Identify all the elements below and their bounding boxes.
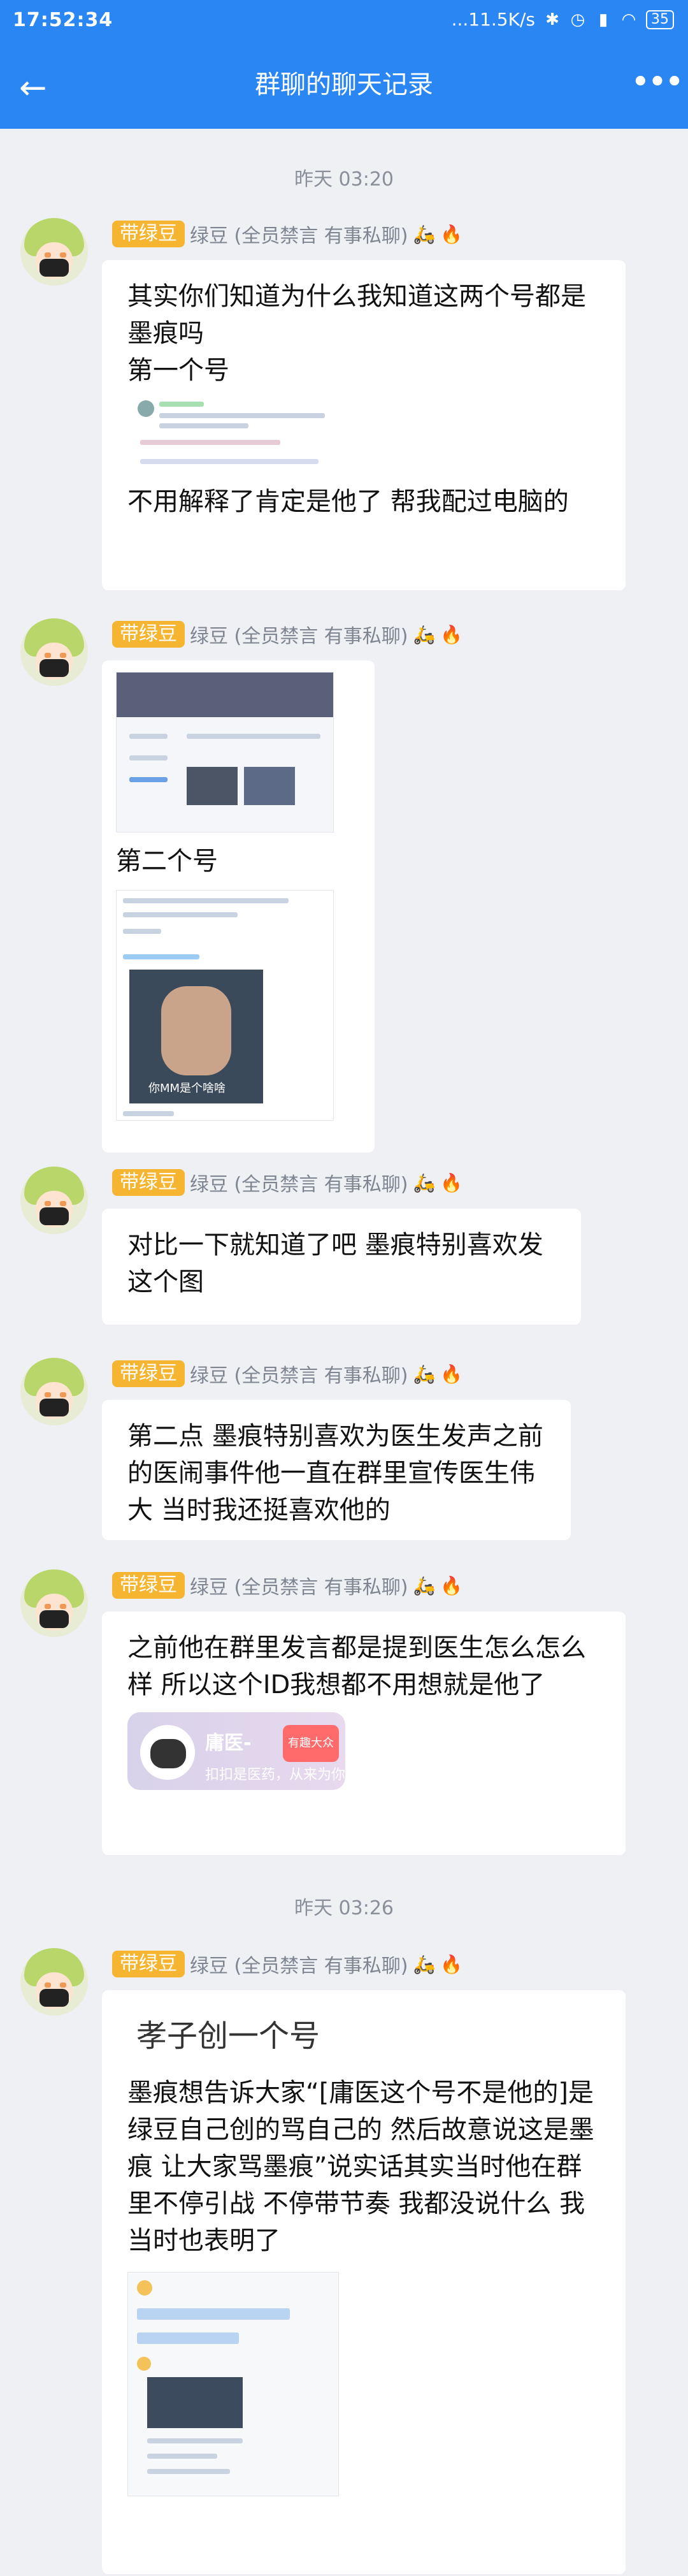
fire-icon: 🔥 [440,1172,463,1193]
message-bubble[interactable]: 对比一下就知道了吧 墨痕特别喜欢发这个图 [102,1209,581,1325]
motorbike-icon: 🛵 [413,1363,436,1385]
page-title: 群聊的聊天记录 [255,70,433,99]
sender-meta: 带绿豆 绿豆 (全员禁言 有事私聊) 🛵 🔥 [112,1169,462,1196]
fire-icon: 🔥 [440,623,463,645]
image-text: 孝子创一个号 [136,2018,320,2054]
message-text: 第二个号 [116,847,218,876]
sender-tag: 带绿豆 [112,1572,185,1599]
avatar[interactable] [20,1358,88,1425]
avatar[interactable] [20,1167,88,1234]
screenshot-image[interactable] [127,395,357,472]
motorbike-icon: 🛵 [413,1172,436,1193]
sender-tag: 带绿豆 [112,621,185,648]
motorbike-icon: 🛵 [413,1953,436,1975]
message-text: 之前他在群里发言都是提到医生怎么怎么样 所以这个ID我想都不用想就是他了 [127,1633,586,1699]
card-tag: 有趣大众 [283,1725,339,1762]
message-text: 第一个号 [127,356,229,385]
profile-screenshot-image[interactable] [116,672,334,833]
sender-meta: 带绿豆 绿豆 (全员禁言 有事私聊) 🛵 🔥 [112,1572,462,1599]
message-text: 第二点 墨痕特别喜欢为医生发声之前的医闹事件他一直在群里宣传医生伟大 当时我还挺… [127,1422,543,1525]
timestamp: 昨天 03:20 [294,168,394,191]
motorbike-icon: 🛵 [413,223,436,245]
fire-icon: 🔥 [440,1575,463,1596]
message-text: 墨痕想告诉大家“[庸医这个号不是他的]是绿豆自己创的骂自己的 然后故意说这是墨痕… [127,2078,594,2255]
sender-tag: 带绿豆 [112,1360,185,1387]
network-speed: ...11.5K/s [451,9,535,30]
more-dots-icon[interactable]: ••• [631,66,684,105]
status-icons: ...11.5K/s ✱ ◷ ▮ ◠ 35 [452,9,674,30]
message-bubble[interactable]: 其实你们知道为什么我知道这两个号都是墨痕吗 第一个号 不用解释了肯定是他了 帮我… [102,260,626,590]
sender-tag: 带绿豆 [112,1951,185,1977]
sender-name[interactable]: 绿豆 (全员禁言 有事私聊) [190,620,408,648]
sender-tag: 带绿豆 [112,1169,185,1196]
card-avatar [140,1725,195,1780]
text-image[interactable]: 孝子创一个号 [127,2004,357,2068]
message-text: 其实你们知道为什么我知道这两个号都是墨痕吗 [127,282,586,348]
chat-screenshot-image[interactable] [127,2272,339,2496]
message-bubble[interactable]: 孝子创一个号 墨痕想告诉大家“[庸医这个号不是他的]是绿豆自己创的骂自己的 然后… [102,1990,626,2574]
signal-icon: ▮ [598,10,608,29]
message-bubble[interactable]: 第二个号 你MM是个啥啥 [102,660,375,1153]
sender-name[interactable]: 绿豆 (全员禁言 有事私聊) [190,1950,408,1978]
avatar[interactable] [20,1569,88,1637]
sender-meta: 带绿豆 绿豆 (全员禁言 有事私聊) 🛵 🔥 [112,1360,462,1387]
fire-icon: 🔥 [440,223,463,245]
sender-meta: 带绿豆 绿豆 (全员禁言 有事私聊) 🛵 🔥 [112,621,462,648]
status-bar: 17:52:34 ...11.5K/s ✱ ◷ ▮ ◠ 35 [0,0,688,47]
fire-icon: 🔥 [440,1363,463,1385]
comment-screenshot-image[interactable]: 你MM是个啥啥 [116,890,334,1121]
status-time: 17:52:34 [13,9,113,31]
motorbike-icon: 🛵 [413,623,436,645]
avatar[interactable] [20,218,88,286]
sender-meta: 带绿豆 绿豆 (全员禁言 有事私聊) 🛵 🔥 [112,1951,462,1977]
battery-icon: 35 [646,10,674,29]
message-text: 对比一下就知道了吧 墨痕特别喜欢发这个图 [127,1230,543,1297]
sender-meta: 带绿豆 绿豆 (全员禁言 有事私聊) 🛵 🔥 [112,221,462,247]
bluetooth-icon: ✱ [545,10,559,29]
motorbike-icon: 🛵 [413,1575,436,1596]
sender-name[interactable]: 绿豆 (全员禁言 有事私聊) [190,1360,408,1388]
sender-tag: 带绿豆 [112,221,185,247]
sender-name[interactable]: 绿豆 (全员禁言 有事私聊) [190,1168,408,1197]
timestamp: 昨天 03:26 [294,1897,394,1919]
message-text: 不用解释了肯定是他了 帮我配过电脑的 [127,487,569,516]
avatar[interactable] [20,1948,88,2016]
fire-icon: 🔥 [440,1953,463,1975]
alarm-icon: ◷ [570,10,585,29]
sender-name[interactable]: 绿豆 (全员禁言 有事私聊) [190,1571,408,1599]
message-bubble[interactable]: 第二点 墨痕特别喜欢为医生发声之前的医闹事件他一直在群里宣传医生伟大 当时我还挺… [102,1400,571,1540]
sender-name[interactable]: 绿豆 (全员禁言 有事私聊) [190,220,408,248]
image-caption: 你MM是个啥啥 [148,1082,226,1095]
message-bubble[interactable]: 之前他在群里发言都是提到医生怎么怎么样 所以这个ID我想都不用想就是他了 庸医-… [102,1612,626,1855]
wifi-icon: ◠ [621,10,636,29]
title-bar: ← 群聊的聊天记录 ••• [0,47,688,129]
avatar[interactable] [20,618,88,686]
profile-card-image[interactable]: 庸医- 扣扣是医药，从来为你来 有趣大众 [127,1712,345,1790]
